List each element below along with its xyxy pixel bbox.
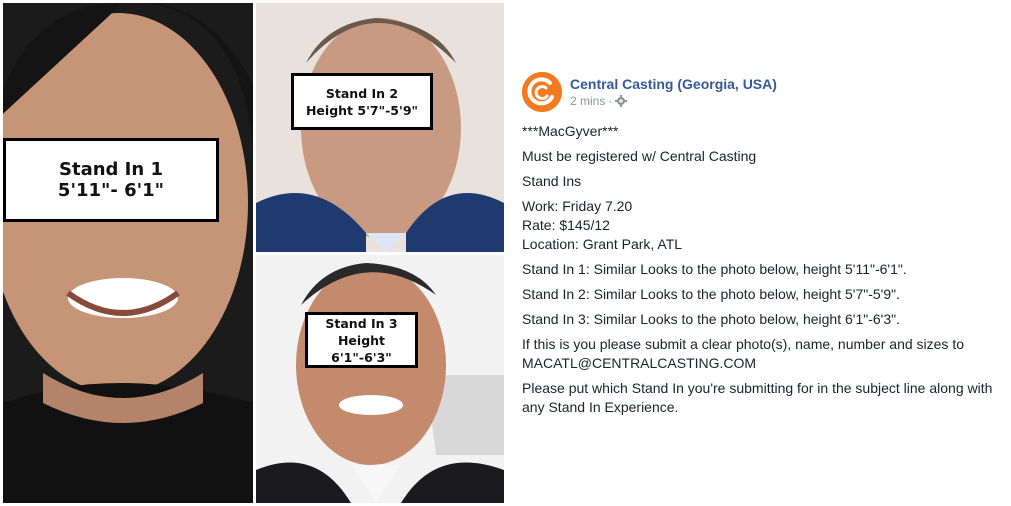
post-registered-line: Must be registered w/ Central Casting bbox=[522, 148, 757, 164]
post-work-line: Work: Friday 7.20 bbox=[522, 198, 633, 214]
stand-in-3-height: Height 6'1"-6'3" bbox=[331, 332, 392, 365]
post-stand-in-3-line: Stand In 3: Similar Looks to the photo b… bbox=[522, 311, 900, 327]
stand-in-1-photo[interactable] bbox=[3, 3, 253, 503]
stand-in-3-label: Stand In 3 Height 6'1"-6'3" bbox=[305, 312, 418, 368]
post-rate-line: Rate: $145/12 bbox=[522, 217, 610, 233]
central-casting-logo-icon bbox=[522, 72, 562, 112]
stand-in-3-title: Stand In 3 bbox=[325, 315, 398, 331]
photo-collage[interactable]: Stand In 1 5'11"- 6'1" Stand In 2 Height… bbox=[0, 0, 506, 506]
post-body: ***MacGyver*** Must be registered w/ Cen… bbox=[522, 122, 1002, 417]
post-stand-ins-line: Stand Ins bbox=[522, 173, 582, 189]
post-location-line: Location: Grant Park, ATL bbox=[522, 236, 683, 252]
post: Central Casting (Georgia, USA) 2 mins · bbox=[522, 72, 1002, 423]
page-avatar[interactable] bbox=[522, 72, 562, 112]
post-header: Central Casting (Georgia, USA) 2 mins · bbox=[522, 72, 1002, 112]
post-subject-line: Please put which Stand In you're submitt… bbox=[522, 380, 993, 415]
post-stand-in-1-line: Stand In 1: Similar Looks to the photo b… bbox=[522, 261, 907, 277]
gear-icon[interactable] bbox=[615, 95, 628, 107]
stand-in-2-height: Height 5'7"-5'9" bbox=[305, 102, 419, 118]
post-title-line: ***MacGyver*** bbox=[522, 123, 619, 139]
post-stand-in-2-line: Stand In 2: Similar Looks to the photo b… bbox=[522, 286, 900, 302]
stand-in-2-label: Stand In 2 Height 5'7"-5'9" bbox=[291, 73, 433, 130]
post-submit-line: If this is you please submit a clear pho… bbox=[522, 336, 964, 371]
stand-in-2-title: Stand In 2 bbox=[325, 85, 399, 101]
stand-in-1-height: 5'11"- 6'1" bbox=[57, 180, 165, 201]
page-name-link[interactable]: Central Casting (Georgia, USA) bbox=[570, 75, 777, 93]
post-timestamp[interactable]: 2 mins bbox=[570, 93, 605, 109]
separator-dot: · bbox=[608, 94, 613, 108]
stand-in-1-title: Stand In 1 bbox=[59, 159, 163, 180]
stand-in-3-photo[interactable] bbox=[256, 255, 504, 503]
stand-in-1-label: Stand In 1 5'11"- 6'1" bbox=[3, 138, 219, 222]
